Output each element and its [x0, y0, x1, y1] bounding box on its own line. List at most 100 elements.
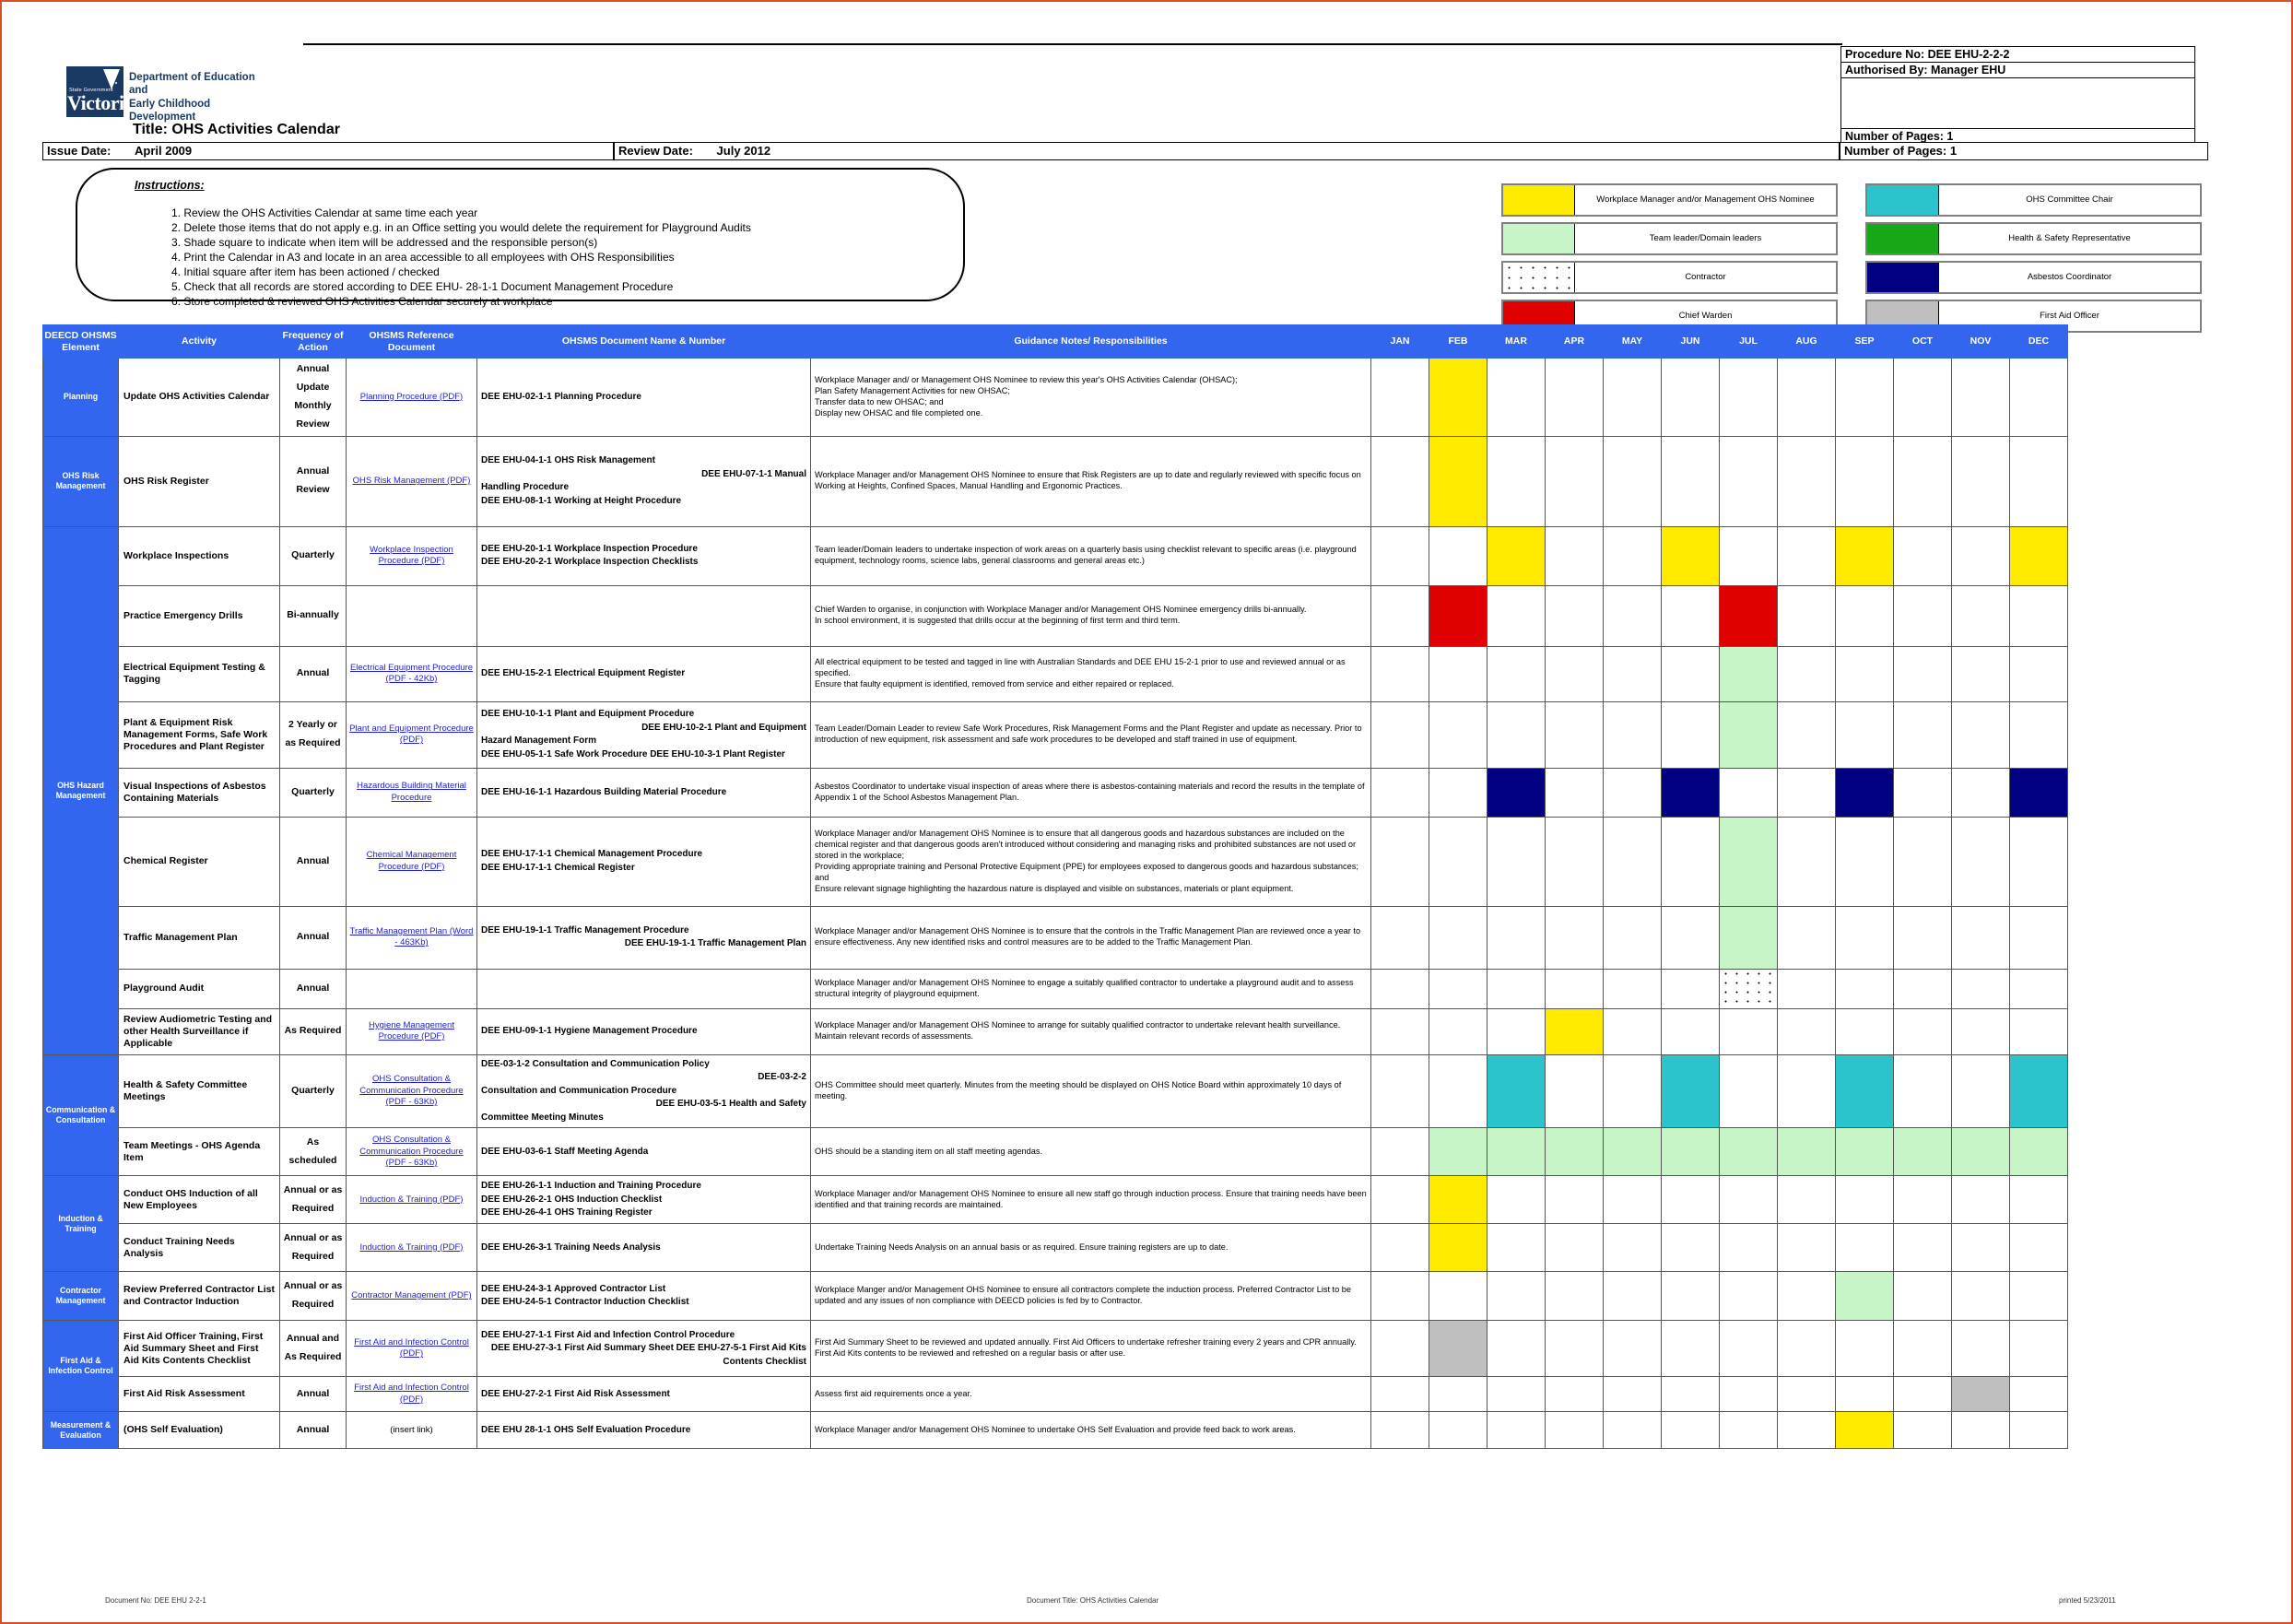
- month-cell-nov[interactable]: [1951, 968, 2010, 1009]
- month-cell-may[interactable]: [1603, 1376, 1662, 1413]
- month-cell-feb[interactable]: [1429, 1376, 1488, 1413]
- month-cell-aug[interactable]: [1777, 1223, 1836, 1273]
- month-cell-jul[interactable]: [1719, 1053, 1778, 1129]
- month-cell-apr[interactable]: [1545, 1053, 1604, 1129]
- month-cell-sep[interactable]: [1835, 525, 1894, 586]
- reference-document-link[interactable]: Hygiene Management Procedure (PDF): [369, 1020, 454, 1041]
- month-cell-mar[interactable]: [1487, 700, 1546, 769]
- month-cell-feb[interactable]: [1429, 1271, 1488, 1322]
- month-cell-jan[interactable]: [1370, 1320, 1429, 1378]
- month-cell-jan[interactable]: [1370, 700, 1429, 769]
- month-cell-dec[interactable]: [2009, 645, 2068, 702]
- month-cell-nov[interactable]: [1951, 1223, 2010, 1273]
- reference-document-link[interactable]: OHS Risk Management (PDF): [353, 476, 471, 486]
- month-cell-jun[interactable]: [1661, 905, 1720, 970]
- month-cell-jun[interactable]: [1661, 1376, 1720, 1413]
- month-cell-mar[interactable]: [1487, 1053, 1546, 1129]
- month-cell-mar[interactable]: [1487, 1320, 1546, 1378]
- month-cell-aug[interactable]: [1777, 816, 1836, 907]
- month-cell-may[interactable]: [1603, 1411, 1662, 1450]
- month-cell-jan[interactable]: [1370, 525, 1429, 586]
- month-cell-may[interactable]: [1603, 767, 1662, 818]
- month-cell-apr[interactable]: [1545, 1411, 1604, 1450]
- month-cell-feb[interactable]: [1429, 1053, 1488, 1129]
- month-cell-oct[interactable]: [1893, 816, 1952, 907]
- month-cell-may[interactable]: [1603, 525, 1662, 586]
- month-cell-oct[interactable]: [1893, 1053, 1952, 1129]
- month-cell-oct[interactable]: [1893, 700, 1952, 769]
- month-cell-sep[interactable]: [1835, 584, 1894, 647]
- month-cell-sep[interactable]: [1835, 905, 1894, 970]
- month-cell-aug[interactable]: [1777, 435, 1836, 527]
- month-cell-feb[interactable]: [1429, 584, 1488, 647]
- month-cell-sep[interactable]: [1835, 1053, 1894, 1129]
- month-cell-may[interactable]: [1603, 1007, 1662, 1055]
- month-cell-jul[interactable]: [1719, 645, 1778, 702]
- month-cell-dec[interactable]: [2009, 1376, 2068, 1413]
- month-cell-dec[interactable]: [2009, 1053, 2068, 1129]
- month-cell-nov[interactable]: [1951, 1007, 2010, 1055]
- month-cell-apr[interactable]: [1545, 584, 1604, 647]
- month-cell-may[interactable]: [1603, 1223, 1662, 1273]
- month-cell-jan[interactable]: [1370, 968, 1429, 1009]
- month-cell-sep[interactable]: [1835, 1175, 1894, 1225]
- month-cell-oct[interactable]: [1893, 645, 1952, 702]
- month-cell-nov[interactable]: [1951, 1411, 2010, 1450]
- month-cell-nov[interactable]: [1951, 905, 2010, 970]
- month-cell-apr[interactable]: [1545, 1271, 1604, 1322]
- month-cell-sep[interactable]: [1835, 1411, 1894, 1450]
- month-cell-nov[interactable]: [1951, 816, 2010, 907]
- month-cell-may[interactable]: [1603, 1175, 1662, 1225]
- month-cell-dec[interactable]: [2009, 584, 2068, 647]
- month-cell-jan[interactable]: [1370, 1007, 1429, 1055]
- month-cell-aug[interactable]: [1777, 1376, 1836, 1413]
- month-cell-jul[interactable]: [1719, 1320, 1778, 1378]
- reference-document-link[interactable]: Traffic Management Plan (Word - 463Kb): [350, 926, 474, 947]
- month-cell-oct[interactable]: [1893, 584, 1952, 647]
- month-cell-nov[interactable]: [1951, 1053, 2010, 1129]
- month-cell-aug[interactable]: [1777, 358, 1836, 437]
- month-cell-jun[interactable]: [1661, 1271, 1720, 1322]
- month-cell-feb[interactable]: [1429, 1320, 1488, 1378]
- month-cell-may[interactable]: [1603, 905, 1662, 970]
- month-cell-jul[interactable]: [1719, 1376, 1778, 1413]
- month-cell-jun[interactable]: [1661, 1411, 1720, 1450]
- month-cell-apr[interactable]: [1545, 358, 1604, 437]
- month-cell-oct[interactable]: [1893, 905, 1952, 970]
- reference-document-link[interactable]: Hazardous Building Material Procedure: [357, 781, 466, 802]
- month-cell-aug[interactable]: [1777, 1007, 1836, 1055]
- month-cell-apr[interactable]: [1545, 1223, 1604, 1273]
- month-cell-may[interactable]: [1603, 435, 1662, 527]
- reference-document-link[interactable]: First Aid and Infection Control (PDF): [354, 1383, 469, 1404]
- month-cell-oct[interactable]: [1893, 1175, 1952, 1225]
- month-cell-jul[interactable]: [1719, 968, 1778, 1009]
- month-cell-jul[interactable]: [1719, 1007, 1778, 1055]
- month-cell-jun[interactable]: [1661, 1175, 1720, 1225]
- month-cell-mar[interactable]: [1487, 905, 1546, 970]
- month-cell-feb[interactable]: [1429, 816, 1488, 907]
- reference-document-link[interactable]: Electrical Equipment Procedure (PDF - 42…: [350, 663, 473, 684]
- month-cell-jul[interactable]: [1719, 1271, 1778, 1322]
- month-cell-jan[interactable]: [1370, 1223, 1429, 1273]
- month-cell-sep[interactable]: [1835, 1376, 1894, 1413]
- month-cell-dec[interactable]: [2009, 968, 2068, 1009]
- month-cell-jan[interactable]: [1370, 358, 1429, 437]
- month-cell-sep[interactable]: [1835, 1223, 1894, 1273]
- month-cell-jul[interactable]: [1719, 767, 1778, 818]
- month-cell-dec[interactable]: [2009, 700, 2068, 769]
- month-cell-jun[interactable]: [1661, 584, 1720, 647]
- month-cell-mar[interactable]: [1487, 767, 1546, 818]
- month-cell-apr[interactable]: [1545, 435, 1604, 527]
- month-cell-jan[interactable]: [1370, 1411, 1429, 1450]
- month-cell-nov[interactable]: [1951, 1127, 2010, 1177]
- month-cell-jul[interactable]: [1719, 816, 1778, 907]
- month-cell-aug[interactable]: [1777, 767, 1836, 818]
- month-cell-jul[interactable]: [1719, 905, 1778, 970]
- month-cell-sep[interactable]: [1835, 968, 1894, 1009]
- month-cell-oct[interactable]: [1893, 1376, 1952, 1413]
- month-cell-mar[interactable]: [1487, 1127, 1546, 1177]
- month-cell-jan[interactable]: [1370, 1271, 1429, 1322]
- reference-document-link[interactable]: Workplace Inspection Procedure (PDF): [370, 545, 453, 566]
- month-cell-feb[interactable]: [1429, 435, 1488, 527]
- month-cell-jul[interactable]: [1719, 435, 1778, 527]
